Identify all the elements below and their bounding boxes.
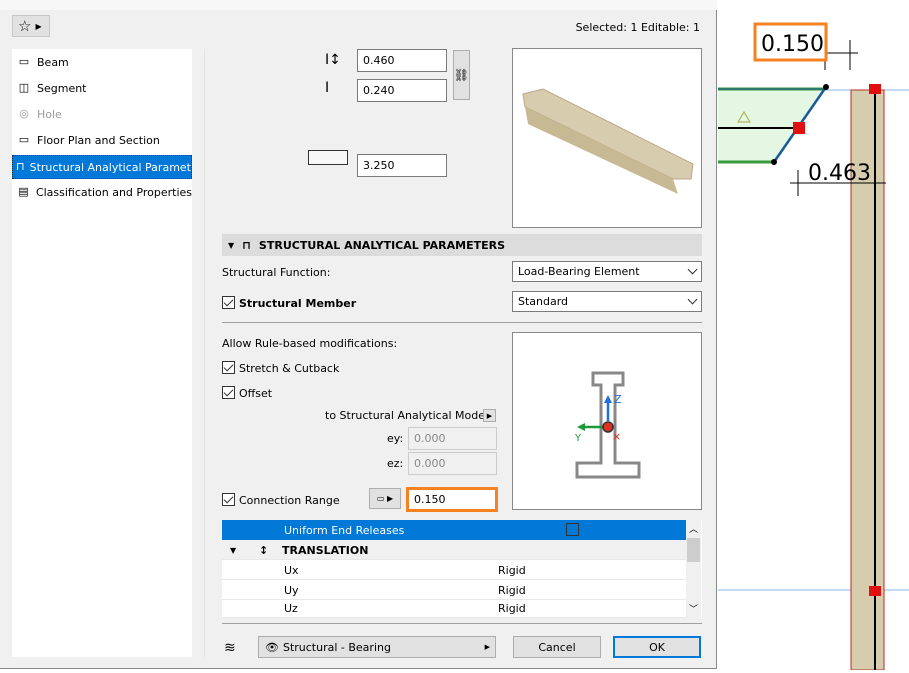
ey-input[interactable]: 0.000	[408, 427, 497, 450]
length-input[interactable]: 3.250	[357, 154, 447, 177]
table-row[interactable]: Ux Rigid	[222, 560, 686, 580]
structural-function-label: Structural Function:	[222, 266, 331, 279]
width-input[interactable]: 0.240	[357, 79, 447, 102]
section-preview: Z Y ×	[512, 332, 702, 510]
to-model-menu-button[interactable]: ▶	[483, 409, 496, 422]
structural-params-icon: ⊓	[242, 238, 251, 252]
z-axis-label: Z	[614, 393, 622, 406]
divider	[204, 49, 205, 657]
height-input[interactable]: 0.460	[357, 49, 447, 72]
beam-3d-image	[522, 88, 694, 194]
layers-icon: ≋	[224, 640, 236, 656]
width-icon: I	[325, 80, 330, 96]
triangle-down-icon: ▼	[230, 546, 237, 555]
sidebar-item-classification[interactable]: ▤ Classification and Properties	[12, 181, 192, 203]
to-model-label: to Structural Analytical Model	[325, 409, 489, 422]
plan-drawing: 0.150 0.463	[718, 22, 909, 671]
star-icon: ☆	[18, 17, 32, 35]
properties-icon: ▤	[18, 185, 29, 198]
translation-icon: ↕	[259, 544, 269, 557]
chevron-down-icon	[687, 294, 698, 305]
floor-plan-canvas[interactable]: 0.150 0.463	[718, 0, 909, 671]
structural-function-select[interactable]: Load-Bearing Element	[512, 261, 702, 282]
separator	[222, 322, 702, 323]
chain-icon: ⛓	[453, 68, 470, 82]
table-row[interactable]: Uy Rigid	[222, 580, 686, 600]
3d-preview	[512, 48, 702, 228]
triangle-down-icon: ▼	[228, 240, 235, 250]
sidebar-item-segment[interactable]: ◫ Segment	[12, 77, 192, 99]
floor-plan-icon: ▭	[18, 133, 30, 146]
ey-label: ey:	[387, 432, 404, 445]
structural-icon: ⊓	[16, 160, 25, 173]
scroll-up-icon[interactable]: ︿	[689, 522, 698, 535]
ok-button[interactable]: OK	[613, 636, 701, 658]
height-icon: I↕	[325, 52, 341, 68]
layer-select-button[interactable]: 👁 Structural - Bearing ▶	[258, 636, 496, 658]
structural-member-select[interactable]: Standard	[512, 291, 702, 312]
x-axis-icon: ×	[612, 430, 621, 443]
rule-based-label: Allow Rule-based modifications:	[222, 337, 398, 350]
dimension-top[interactable]: 0.150	[761, 32, 824, 57]
link-button[interactable]: ⛓	[453, 50, 470, 100]
uniform-checkbox[interactable]	[566, 523, 579, 536]
table-group-translation[interactable]: ▼ ↕ TRANSLATION	[222, 540, 686, 560]
cancel-button[interactable]: Cancel	[513, 636, 601, 658]
connection-type-button[interactable]: ▭ ▶	[369, 488, 401, 509]
sidebar-item-beam[interactable]: ▭ Beam	[12, 51, 192, 73]
table-row[interactable]: Uz Rigid	[222, 598, 686, 618]
beam-settings-dialog: ☆ ▶ Selected: 1 Editable: 1 ▭ Beam ◫ Segmen…	[0, 0, 717, 669]
connection-range-icon: ▭ ▶	[376, 494, 394, 503]
sidebar-item-structural[interactable]: ⊓ Structural Analytical Paramet...	[12, 155, 192, 179]
length-icon	[308, 150, 348, 165]
ez-label: ez:	[387, 457, 404, 470]
sidebar: ▭ Beam ◫ Segment ◎ Hole ▭ Floor Plan and Sec…	[12, 49, 192, 657]
i-profile-diagram: Z Y ×	[574, 371, 641, 479]
end-releases-table: Uniform End Releases ▼ ↕ TRANSLATION Ux Rig…	[222, 520, 702, 618]
segment-icon: ◫	[18, 81, 30, 94]
scroll-thumb[interactable]	[687, 538, 700, 562]
table-row-uniform[interactable]: Uniform End Releases	[222, 520, 686, 540]
sidebar-item-hole[interactable]: ◎ Hole	[12, 103, 192, 125]
dimension-side[interactable]: 0.463	[808, 161, 871, 186]
favorites-button[interactable]: ☆ ▶	[12, 15, 50, 37]
connection-range-input[interactable]: 0.150	[406, 487, 498, 512]
separator	[222, 623, 702, 624]
selection-info: Selected: 1 Editable: 1	[575, 21, 700, 34]
table-scrollbar[interactable]: ︿ ﹀	[686, 520, 701, 618]
caret-right-icon: ▶	[35, 21, 42, 31]
caret-right-icon: ▶	[486, 411, 493, 420]
sidebar-item-floor-plan[interactable]: ▭ Floor Plan and Section	[12, 129, 192, 151]
caret-right-icon: ▶	[484, 643, 490, 651]
hole-icon: ◎	[19, 107, 29, 120]
beam-icon: ▭	[18, 55, 30, 68]
chevron-down-icon	[687, 264, 698, 275]
y-axis-label: Y	[574, 433, 582, 444]
structural-member-checkbox[interactable]: Structural Member	[222, 296, 356, 310]
title-bar	[0, 0, 717, 10]
ez-input[interactable]: 0.000	[408, 452, 497, 475]
stretch-cutback-checkbox[interactable]: Stretch & Cutback	[222, 361, 339, 375]
scroll-down-icon[interactable]: ﹀	[689, 602, 698, 615]
eye-icon: 👁	[265, 640, 279, 654]
offset-checkbox[interactable]: Offset	[222, 386, 272, 400]
section-header[interactable]: ▼ ⊓ STRUCTURAL ANALYTICAL PARAMETERS	[222, 234, 702, 256]
connection-range-checkbox[interactable]: Connection Range	[222, 493, 340, 507]
